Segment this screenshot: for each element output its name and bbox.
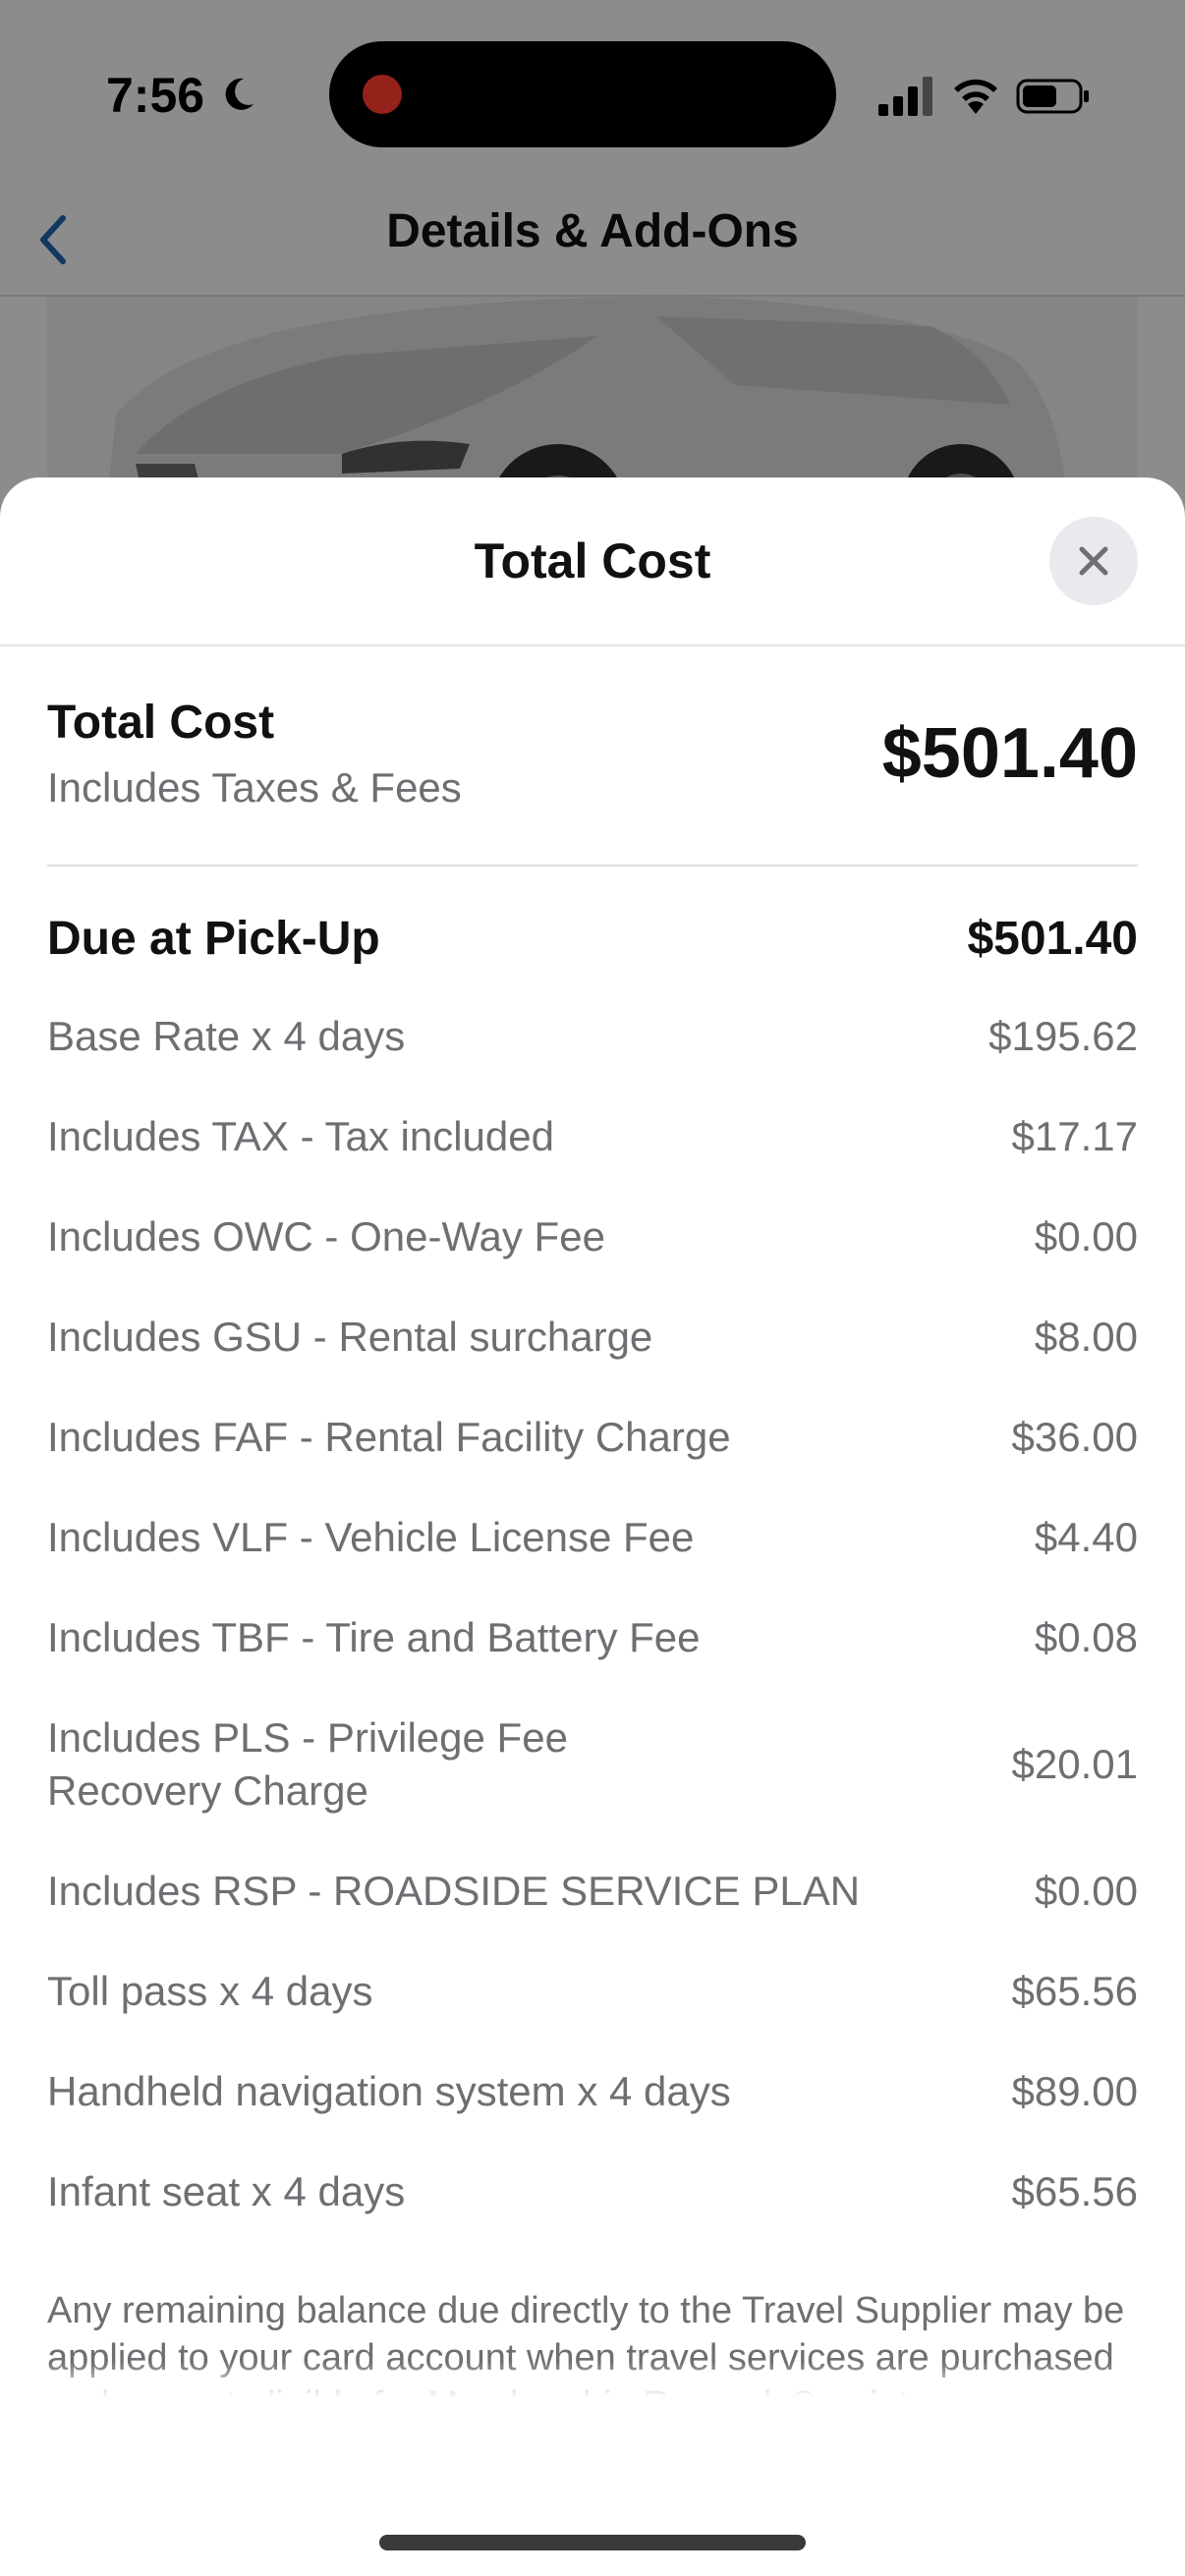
line-item-label: Includes FAF - Rental Facility Charge xyxy=(47,1414,731,1460)
line-item-value: $0.00 xyxy=(1034,1213,1138,1260)
line-item-label: Base Rate x 4 days xyxy=(47,1013,406,1059)
due-label: Due at Pick-Up xyxy=(47,913,380,965)
line-item-value: $0.00 xyxy=(1034,1868,1138,1914)
line-items-list: Base Rate x 4 days $195.62 Includes TAX … xyxy=(47,1010,1138,2266)
line-item-label: Includes RSP - ROADSIDE SERVICE PLAN xyxy=(47,1868,861,1914)
line-item-value: $65.56 xyxy=(1011,1968,1138,2014)
sheet-title: Total Cost xyxy=(474,533,711,588)
line-item: Includes PLS - Privilege Fee Recovery Ch… xyxy=(47,1711,1138,1818)
line-item-value: $36.00 xyxy=(1011,1414,1138,1460)
line-item-value: $17.17 xyxy=(1011,1113,1138,1159)
line-item-value: $4.40 xyxy=(1034,1514,1138,1560)
sheet-header: Total Cost xyxy=(0,477,1185,646)
due-amount: $501.40 xyxy=(967,913,1138,965)
line-item: Includes OWC - One-Way Fee $0.00 xyxy=(47,1210,1138,1263)
line-item-label: Includes TAX - Tax included xyxy=(47,1113,554,1159)
line-item: Handheld navigation system x 4 days $89.… xyxy=(47,2065,1138,2118)
line-item: Includes VLF - Vehicle License Fee $4.40 xyxy=(47,1511,1138,1564)
total-cost-sheet: Total Cost Total Cost Includes Taxes & F… xyxy=(0,477,1185,2576)
total-amount: $501.40 xyxy=(881,714,1138,793)
line-item-label: Handheld navigation system x 4 days xyxy=(47,2068,731,2114)
disclaimer-fade xyxy=(47,2362,1138,2397)
due-at-pickup-row: Due at Pick-Up $501.40 xyxy=(47,912,1138,977)
close-button[interactable] xyxy=(1049,517,1138,605)
total-cost-summary: Total Cost Includes Taxes & Fees $501.40 xyxy=(47,646,1138,867)
line-item-value: $65.56 xyxy=(1011,2168,1138,2214)
line-item: Includes GSU - Rental surcharge $8.00 xyxy=(47,1311,1138,1364)
disclaimer-text: Any remaining balance due directly to th… xyxy=(47,2287,1138,2397)
line-item-label: Includes TBF - Tire and Battery Fee xyxy=(47,1614,701,1660)
line-item-label: Infant seat x 4 days xyxy=(47,2168,406,2214)
line-item-label: Includes GSU - Rental surcharge xyxy=(47,1314,653,1360)
line-item-value: $8.00 xyxy=(1034,1314,1138,1360)
line-item-value: $20.01 xyxy=(1011,1741,1138,1787)
home-indicator[interactable] xyxy=(379,2535,806,2550)
close-icon xyxy=(1079,546,1108,576)
summary-subtitle: Includes Taxes & Fees xyxy=(47,764,462,811)
line-item: Infant seat x 4 days $65.56 xyxy=(47,2165,1138,2218)
line-item: Includes RSP - ROADSIDE SERVICE PLAN $0.… xyxy=(47,1865,1138,1918)
line-item: Toll pass x 4 days $65.56 xyxy=(47,1965,1138,2018)
line-item-label: Includes VLF - Vehicle License Fee xyxy=(47,1514,695,1560)
line-item: Includes TAX - Tax included $17.17 xyxy=(47,1110,1138,1163)
line-item-value: $195.62 xyxy=(988,1013,1138,1059)
line-item-label: Includes OWC - One-Way Fee xyxy=(47,1213,605,1260)
line-item-label: Includes PLS - Privilege Fee Recovery Ch… xyxy=(47,1714,568,1814)
line-item-label: Toll pass x 4 days xyxy=(47,1968,373,2014)
line-item-value: $0.08 xyxy=(1034,1614,1138,1660)
line-item: Base Rate x 4 days $195.62 xyxy=(47,1010,1138,1063)
line-item: Includes FAF - Rental Facility Charge $3… xyxy=(47,1411,1138,1464)
summary-title: Total Cost xyxy=(47,697,275,749)
line-item-value: $89.00 xyxy=(1011,2068,1138,2114)
line-item: Includes TBF - Tire and Battery Fee $0.0… xyxy=(47,1611,1138,1664)
